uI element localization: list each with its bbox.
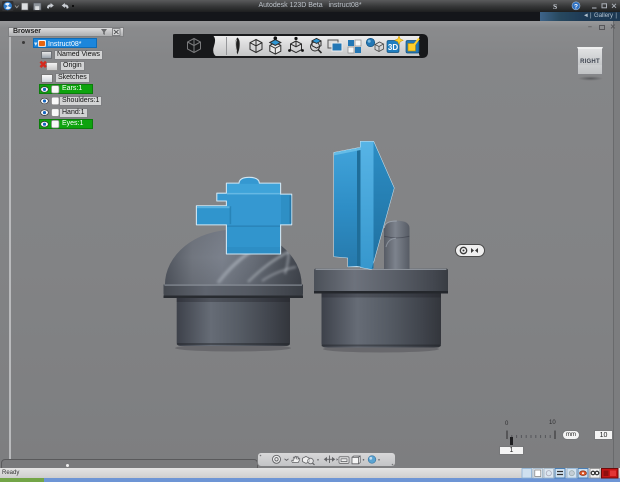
svg-text:?: ?: [574, 3, 578, 10]
svg-text:3D: 3D: [388, 43, 398, 52]
svg-text:S: S: [553, 2, 557, 11]
